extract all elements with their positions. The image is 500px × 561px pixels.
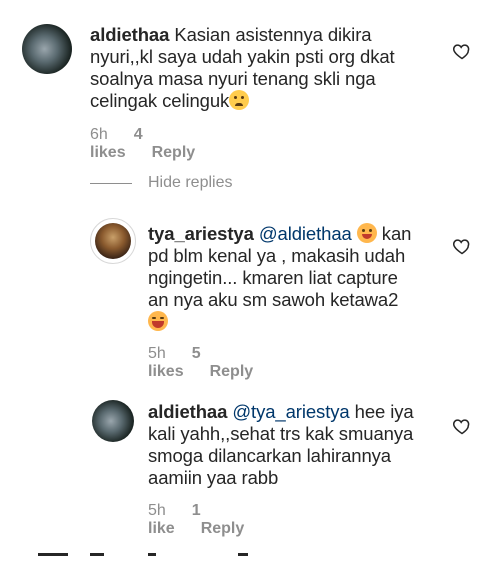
mention-link[interactable]: @aldiethaa: [259, 223, 352, 244]
hide-replies-button[interactable]: Hide replies: [90, 174, 232, 192]
avatar[interactable]: [90, 218, 136, 264]
crying-face-emoji: [229, 90, 250, 110]
reply-button[interactable]: Reply: [201, 520, 245, 537]
timestamp: 5h: [148, 345, 166, 362]
comment-text: aldiethaa Kasian asistennya dikira nyuri…: [90, 24, 395, 111]
mention-link[interactable]: @tya_ariestya: [232, 401, 349, 422]
username[interactable]: aldiethaa: [148, 401, 227, 422]
divider-line: [90, 182, 132, 184]
reply-button[interactable]: Reply: [210, 363, 254, 380]
avatar[interactable]: [92, 400, 134, 442]
timestamp: 5h: [148, 502, 166, 519]
comment-meta: 5h 5 likes Reply: [148, 345, 279, 381]
next-comment-partial: [38, 553, 288, 561]
reply-button[interactable]: Reply: [152, 144, 196, 161]
avatar[interactable]: [22, 24, 72, 74]
timestamp: 6h: [90, 126, 108, 143]
laughing-face-emoji: [148, 311, 168, 331]
comment-text: tya_ariestya @aldiethaa kan pd blm kenal…: [148, 223, 438, 333]
username[interactable]: tya_ariestya: [148, 223, 254, 244]
heart-icon[interactable]: [452, 41, 472, 61]
heart-icon[interactable]: [452, 236, 472, 256]
username[interactable]: aldiethaa: [90, 24, 169, 45]
comment-text: aldiethaa @tya_ariestya hee iya kali yah…: [148, 401, 414, 488]
smiling-face-emoji: [356, 223, 377, 243]
heart-icon[interactable]: [452, 416, 472, 436]
comment-meta: 5h 1 like Reply: [148, 502, 270, 538]
comment-meta: 6h 4 likes Reply: [90, 126, 221, 162]
